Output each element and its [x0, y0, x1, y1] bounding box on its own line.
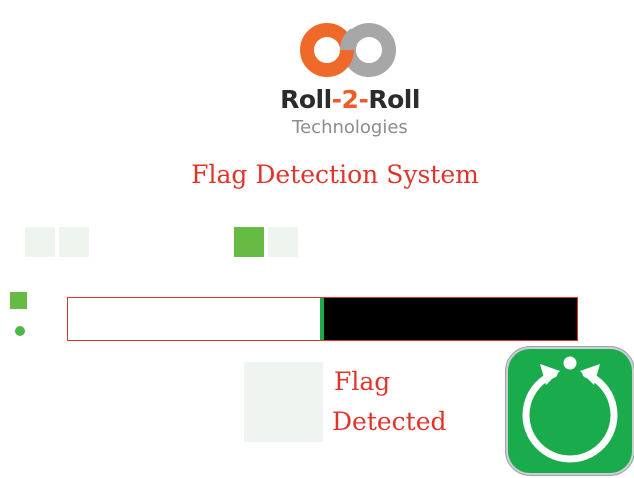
circular-reset-icon — [522, 356, 618, 463]
brand-logo-icon — [300, 23, 396, 77]
track-fill — [324, 298, 577, 340]
brand-name: Roll-2-Roll — [200, 85, 500, 115]
indicator-square — [10, 292, 27, 309]
flag-position-marker — [320, 298, 324, 340]
status-square-3 — [234, 227, 264, 257]
flag-position-track — [67, 297, 578, 341]
page-title: Flag Detection System — [191, 160, 479, 189]
brand-name-part-1: Roll — [280, 85, 332, 114]
detection-status: Flag Detected — [332, 362, 482, 442]
status-square-1 — [25, 227, 55, 257]
reset-button[interactable] — [508, 349, 632, 473]
camera-preview — [244, 362, 323, 442]
detection-status-line-1: Flag — [334, 367, 391, 396]
brand-name-part-3: Roll — [368, 85, 420, 114]
indicator-dot — [15, 326, 25, 336]
logo-ring-overlap — [340, 28, 360, 51]
status-square-4 — [268, 227, 298, 257]
brand-subtitle: Technologies — [292, 117, 408, 138]
brand-name-part-2: -2- — [331, 85, 369, 114]
detection-status-line-2: Detected — [332, 407, 447, 436]
status-square-2 — [59, 227, 89, 257]
